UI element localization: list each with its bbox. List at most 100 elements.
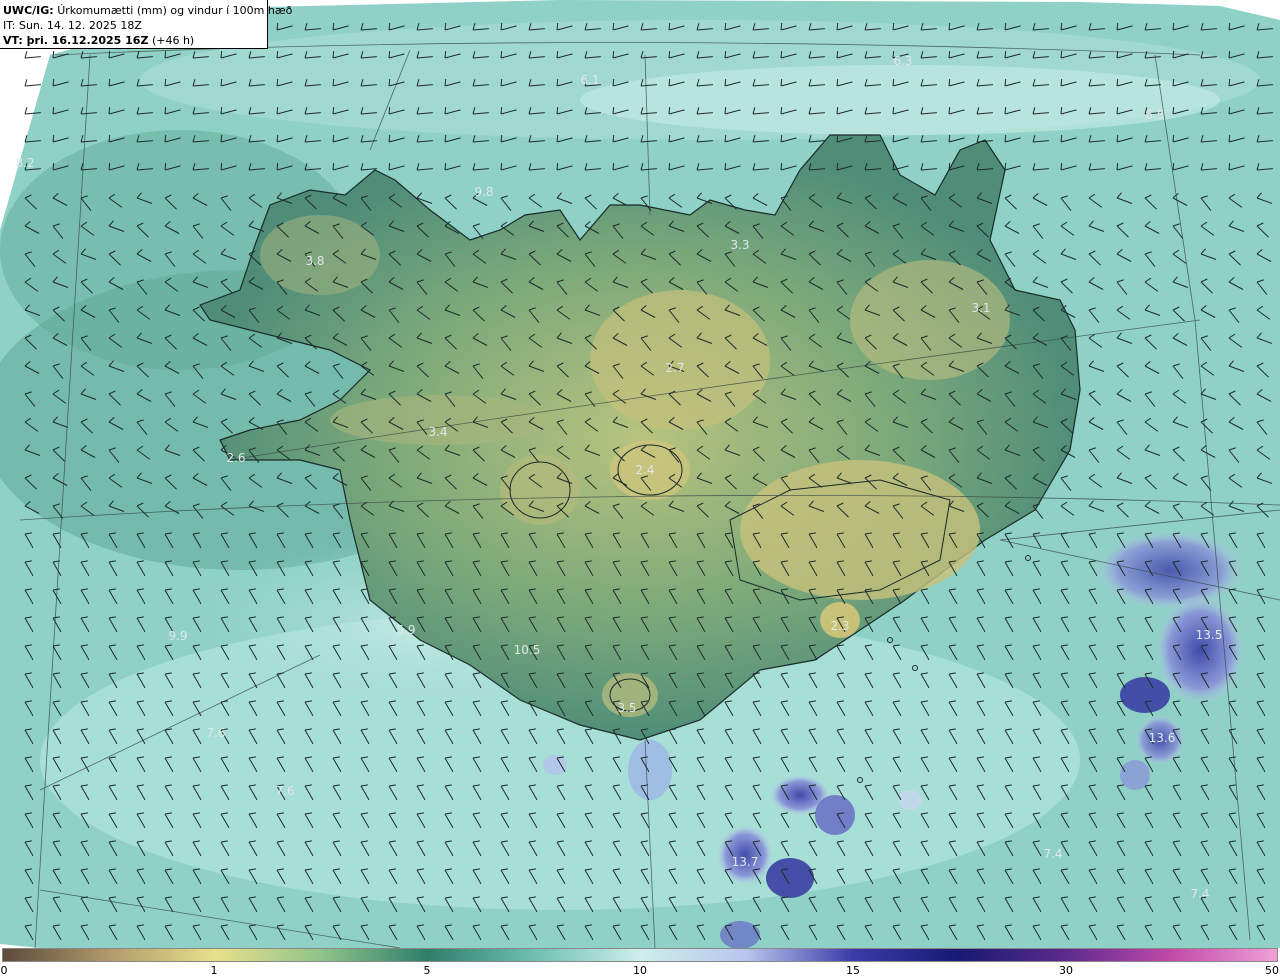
wind-barb-feather xyxy=(1004,106,1007,115)
precip-value-label: 7.6 xyxy=(206,726,225,740)
wind-barb-feather xyxy=(1116,50,1119,59)
wind-barb-feather xyxy=(1060,22,1063,31)
precip-value-label: 13.6 xyxy=(1149,731,1176,745)
wind-barb-feather xyxy=(1116,134,1119,143)
precip-value-label: 10.5 xyxy=(514,643,541,657)
wind-barb-feather xyxy=(1004,134,1007,143)
wind-barb-feather xyxy=(276,106,279,115)
wind-barb-feather xyxy=(164,50,167,59)
wind-barb-feather xyxy=(836,162,839,171)
precip-value-label: 6.1 xyxy=(580,73,599,87)
wind-barb-feather xyxy=(612,134,615,143)
wind-barb-feather xyxy=(1060,162,1063,171)
wind-barb-feather xyxy=(276,134,279,143)
wind-barb-feather xyxy=(668,134,671,143)
wind-barb-feather xyxy=(556,78,559,87)
precip-value-label: 7.6 xyxy=(275,784,294,798)
wind-barb-feather xyxy=(220,162,223,171)
wind-barb-feather xyxy=(1228,22,1231,31)
precip-value-label: 2.4 xyxy=(635,463,654,477)
wind-barb-feather xyxy=(836,22,839,31)
wind-barb-feather xyxy=(500,22,503,31)
wind-barb-feather xyxy=(500,106,503,115)
wind-barb-feather xyxy=(1228,162,1231,171)
wind-barb-feather xyxy=(164,78,167,87)
precip-value-label: 3.5 xyxy=(617,701,636,715)
wind-barb-feather xyxy=(836,106,839,115)
wind-barb-feather xyxy=(668,106,671,115)
wind-barb-feather xyxy=(164,162,167,171)
map-title-box: UWC/IG: Úrkomumætti (mm) og vindur í 100… xyxy=(0,0,292,49)
lead-time: (+46 h) xyxy=(151,34,195,47)
wind-barb-feather xyxy=(612,50,615,59)
wind-barb-feather xyxy=(276,22,279,31)
wind-barb-feather xyxy=(836,50,839,59)
wind-barb-feather xyxy=(444,22,447,31)
precip-value-label: 3.1 xyxy=(971,301,990,315)
wind-barb-feather xyxy=(948,162,951,171)
wind-barb-feather xyxy=(276,162,279,171)
colorbar-tick-label: 30 xyxy=(1059,964,1073,977)
wind-barb-feather xyxy=(948,134,951,143)
wind-barb-feather xyxy=(108,78,111,87)
wind-barb-feather xyxy=(164,106,167,115)
wind-barb-feather xyxy=(892,162,895,171)
wind-barb-feather xyxy=(724,134,727,143)
wind-barb-feather xyxy=(1060,134,1063,143)
colorbar-tick-label: 1 xyxy=(210,964,218,977)
wind-barb-feather xyxy=(388,106,391,115)
wind-barb-feather xyxy=(108,162,111,171)
wind-barb-feather xyxy=(220,50,223,59)
wind-barb-feather xyxy=(24,51,28,59)
colorbar-tick-label: 0 xyxy=(0,964,8,977)
wind-barb-feather xyxy=(332,162,335,171)
wind-barb-feather xyxy=(1172,78,1175,87)
wind-barb-feather xyxy=(892,134,895,143)
wind-barb-feather xyxy=(332,50,335,59)
wind-barb-feather xyxy=(500,78,503,87)
wind-barb-feather xyxy=(1060,50,1063,59)
precip-value-label: 6.5 xyxy=(1145,108,1164,122)
wind-barb-feather xyxy=(724,22,727,31)
wind-barb-feather xyxy=(724,106,727,115)
wind-barb-feather xyxy=(52,134,55,143)
precip-value-label: 2.7 xyxy=(665,361,684,375)
wind-barb-feather xyxy=(332,106,335,115)
wind-barb-feather xyxy=(724,50,727,59)
wind-barb-feather xyxy=(556,22,559,31)
wind-barb-feather xyxy=(1004,22,1007,31)
wind-barb-feather xyxy=(1172,22,1175,31)
wind-barb-feather xyxy=(1116,106,1119,115)
precip-value-label: 2.6 xyxy=(226,451,245,465)
precip-value-label: 9.9 xyxy=(168,629,187,643)
colorbar-strip xyxy=(2,948,1278,962)
wind-barb-feather xyxy=(892,78,895,87)
wind-barb-feather xyxy=(332,22,335,31)
wind-barb-feather xyxy=(1228,106,1231,115)
wind-barb-feather xyxy=(1004,78,1007,87)
wind-barb-feather xyxy=(1172,162,1175,171)
wind-barb-feather xyxy=(1228,50,1231,59)
wind-barb-feather xyxy=(780,106,783,115)
precip-value-label: 8.2 xyxy=(15,156,34,170)
wind-barb-feather xyxy=(948,106,951,115)
wind-barb-feather xyxy=(220,134,223,143)
wind-barb-feather xyxy=(780,78,783,87)
wind-barb-feather xyxy=(164,134,167,143)
colorbar-tick-label: 50 xyxy=(1265,964,1279,977)
wind-barb-feather xyxy=(556,162,559,171)
map-canvas: 6.1 6.3 6.5 8.2 9.8 3.3 3.8 3.1 2.7 3.4 2.6 2.4 5.9 1… xyxy=(0,0,1280,948)
precipitation-map[interactable]: 6.1 6.3 6.5 8.2 9.8 3.3 3.8 3.1 2.7 3.4 2.6 2.4 5.9 1… xyxy=(0,0,1280,948)
precip-value-label: 7.4 xyxy=(1043,847,1062,861)
wind-barb-feather xyxy=(444,78,447,87)
wind-barb-feather xyxy=(52,78,55,87)
precip-value-label: 13.7 xyxy=(732,855,759,869)
wind-barb-feather xyxy=(388,50,391,59)
precip-value-label: 2.3 xyxy=(830,619,849,633)
wind-barb-feather xyxy=(948,78,951,87)
valid-time: VT: þri. 16.12.2025 16Z xyxy=(3,34,149,47)
wind-barb-feather xyxy=(108,106,111,115)
wind-barb-feather xyxy=(780,162,783,171)
precip-value-label: 3.8 xyxy=(305,254,324,268)
wind-barb-feather xyxy=(1004,162,1007,171)
